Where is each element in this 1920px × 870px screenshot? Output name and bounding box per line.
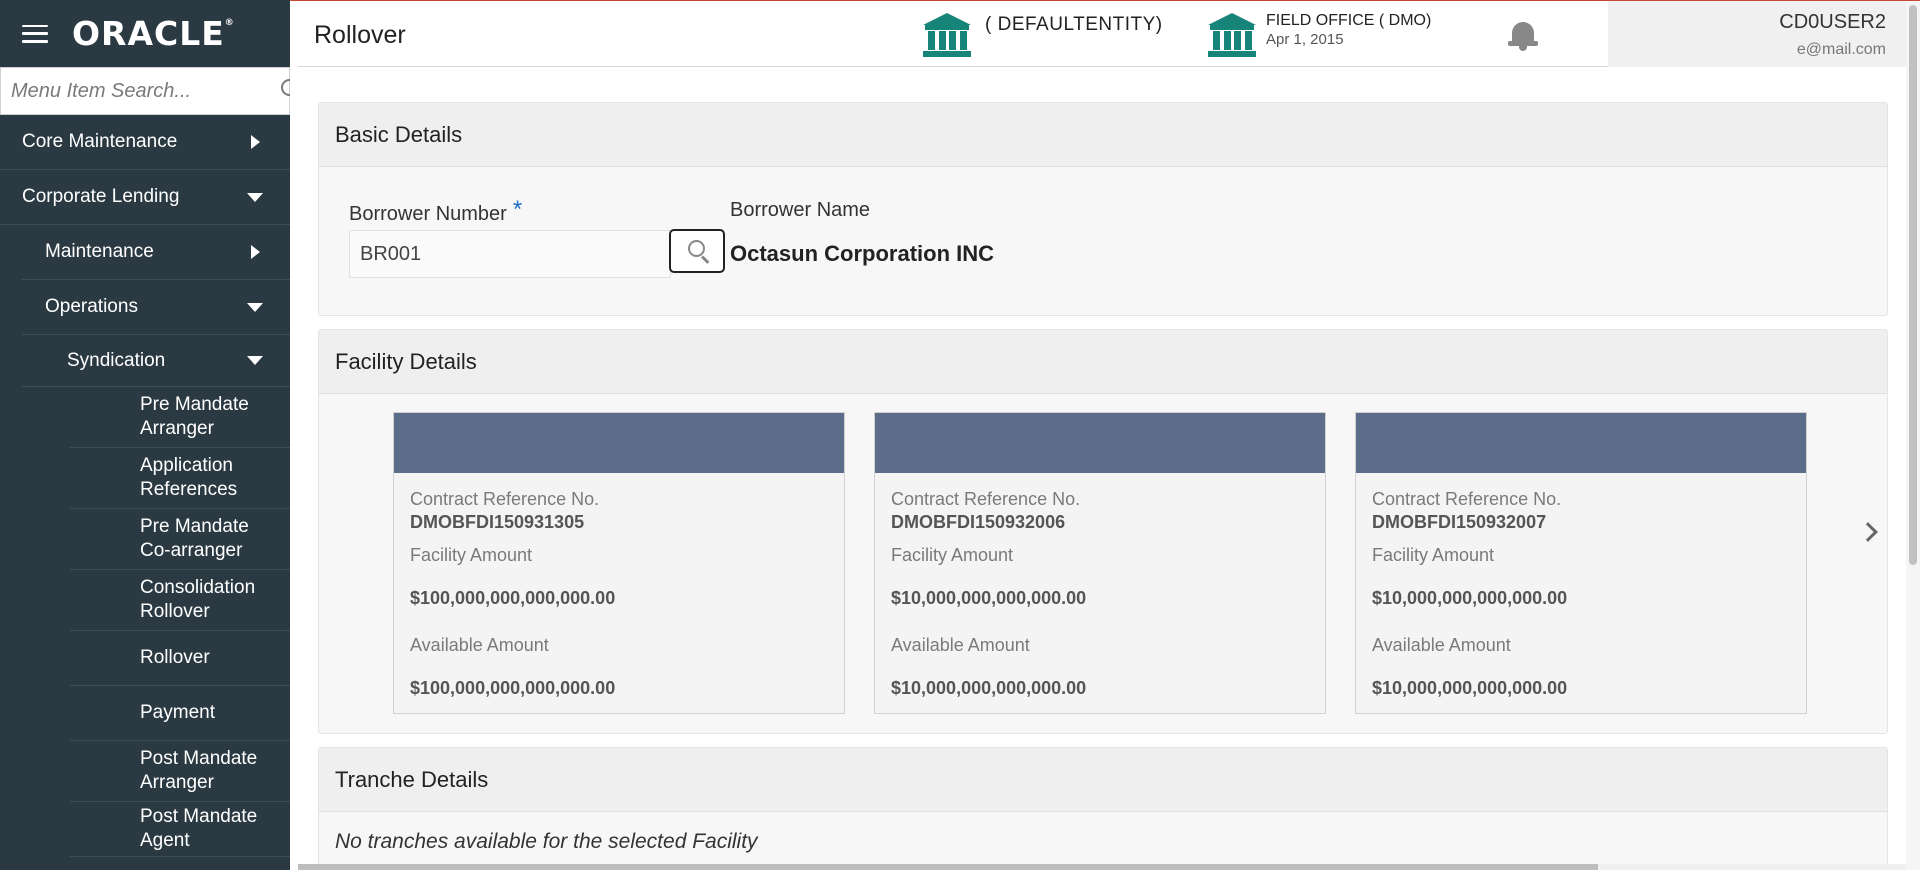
entity-label[interactable]: ( DEFAULTENTITY) — [985, 14, 1163, 36]
available-amount-value: $100,000,000,000,000.00 — [410, 678, 616, 698]
sidebar-item-label: Application References — [140, 455, 238, 500]
card-header — [394, 413, 844, 473]
contract-ref-value: DMOBFDI150932006 — [891, 512, 1066, 532]
sidebar-item-label: Consolidation Rollover — [140, 577, 256, 622]
branch-selector[interactable]: FIELD OFFICE ( DMO) Apr 1, 2015 — [1266, 12, 1431, 48]
hamburger-icon[interactable] — [22, 24, 48, 43]
sidebar-item-rollover[interactable]: Rollover — [70, 631, 290, 686]
borrower-lookup-button[interactable] — [669, 229, 725, 273]
section-title: Tranche Details — [319, 748, 1887, 812]
sidebar-item-post-mandate-agent[interactable]: Post Mandate Agent — [70, 802, 290, 857]
contract-ref-label: Contract Reference No. — [891, 489, 1081, 509]
card-header — [875, 413, 1325, 473]
sidebar-item-pre-mandate-arranger[interactable]: Pre Mandate Arranger — [70, 387, 290, 448]
oracle-logo: ORACLE® — [72, 14, 235, 53]
scrollbar-thumb[interactable] — [1909, 5, 1917, 565]
sidebar-item-label: Corporate Lending — [22, 186, 180, 207]
vertical-scrollbar[interactable] — [1906, 1, 1920, 870]
facility-amount-label: Facility Amount — [410, 545, 533, 565]
caret-down-icon — [247, 356, 263, 365]
caret-right-icon — [251, 135, 260, 149]
available-amount-label: Available Amount — [410, 635, 549, 655]
tranche-details-panel: Tranche Details No tranches available fo… — [318, 747, 1888, 870]
available-amount-value: $10,000,000,000,000.00 — [891, 678, 1087, 698]
contract-ref-value: DMOBFDI150932007 — [1372, 512, 1547, 532]
sidebar-item-consolidation-rollover[interactable]: Consolidation Rollover — [70, 570, 290, 631]
available-amount-value: $10,000,000,000,000.00 — [1372, 678, 1568, 698]
next-cards-button[interactable] — [1853, 512, 1883, 552]
bank-icon — [1208, 13, 1256, 57]
caret-down-icon — [247, 302, 263, 312]
brand-bar: ORACLE® — [0, 0, 290, 67]
sidebar-item-label: Post Mandate Arranger — [140, 748, 258, 793]
section-title: Facility Details — [319, 330, 1887, 394]
chevron-right-icon — [1858, 522, 1878, 542]
bell-icon[interactable] — [1508, 19, 1538, 51]
facility-amount-label: Facility Amount — [891, 545, 1014, 565]
sidebar-item-label: Syndication — [67, 349, 166, 371]
facility-card[interactable]: Contract Reference No. DMOBFDI150931305 … — [393, 412, 845, 714]
menu-search — [0, 67, 290, 115]
page-title: Rollover — [314, 21, 406, 49]
facility-details-panel: Facility Details Contract Reference No. … — [318, 329, 1888, 734]
sidebar-item-post-mandate-arranger[interactable]: Post Mandate Arranger — [70, 741, 290, 802]
sidebar-item-operations[interactable]: Operations — [22, 280, 290, 335]
branch-name: FIELD OFFICE ( DMO) — [1266, 12, 1432, 29]
scrollbar-thumb[interactable] — [298, 864, 1598, 870]
sidebar-nav: Core Maintenance Corporate Lending Maint… — [0, 115, 290, 857]
borrower-number-label: Borrower Number * — [349, 196, 523, 225]
sidebar-item-syndication[interactable]: Syndication — [22, 335, 290, 387]
contract-ref-label: Contract Reference No. — [410, 489, 600, 509]
caret-down-icon — [247, 192, 263, 202]
top-header: Rollover ( DEFAULTENTITY) FIELD OFFICE (… — [298, 1, 1906, 67]
main-content: Basic Details Borrower Number* Borrower … — [298, 67, 1906, 870]
card-header — [1356, 413, 1806, 473]
sidebar-item-maintenance[interactable]: Maintenance — [22, 225, 290, 280]
contract-ref-value: DMOBFDI150931305 — [410, 512, 585, 532]
borrower-name-value: Octasun Corporation INC — [730, 241, 995, 266]
required-marker: * — [512, 196, 523, 223]
facility-card[interactable]: Contract Reference No. DMOBFDI150932006 … — [874, 412, 1326, 714]
borrower-name-label: Borrower Name — [730, 199, 871, 221]
borrower-number-input[interactable] — [349, 230, 671, 278]
facility-card[interactable]: Contract Reference No. DMOBFDI150932007 … — [1355, 412, 1807, 714]
sidebar-item-payment[interactable]: Payment — [70, 686, 290, 741]
sidebar-item-label: Core Maintenance — [22, 131, 178, 152]
basic-details-panel: Basic Details Borrower Number* Borrower … — [318, 102, 1888, 316]
facility-amount-value: $10,000,000,000,000.00 — [891, 588, 1087, 608]
facility-amount-value: $100,000,000,000,000.00 — [410, 588, 616, 608]
horizontal-scrollbar[interactable] — [298, 864, 1906, 870]
bank-icon — [923, 13, 971, 57]
branch-date: Apr 1, 2015 — [1266, 31, 1344, 48]
sidebar-item-label: Operations — [45, 296, 138, 317]
sidebar-item-pre-mandate-co-arranger[interactable]: Pre Mandate Co-arranger — [70, 509, 290, 570]
menu-search-input[interactable] — [11, 79, 279, 103]
sidebar-item-label: Pre Mandate Arranger — [140, 394, 249, 439]
sidebar-item-core-maintenance[interactable]: Core Maintenance — [0, 115, 290, 170]
facility-amount-value: $10,000,000,000,000.00 — [1372, 588, 1568, 608]
sidebar: ORACLE® Core Maintenance Corporate Lendi… — [0, 0, 290, 870]
sidebar-item-label: Pre Mandate Co-arranger — [140, 516, 249, 561]
empty-state-message: No tranches available for the selected F… — [335, 830, 758, 853]
sidebar-item-label: Payment — [140, 702, 215, 723]
contract-ref-label: Contract Reference No. — [1372, 489, 1562, 509]
sidebar-item-application-references[interactable]: Application References — [70, 448, 290, 509]
facility-amount-label: Facility Amount — [1372, 545, 1495, 565]
user-email: e@mail.com — [1796, 41, 1886, 58]
user-name: CD0USER2 — [1779, 11, 1886, 33]
sidebar-item-label: Rollover — [140, 647, 210, 668]
sidebar-item-label: Post Mandate Agent — [140, 806, 258, 851]
available-amount-label: Available Amount — [1372, 635, 1511, 655]
caret-right-icon — [251, 245, 260, 259]
available-amount-label: Available Amount — [891, 635, 1030, 655]
sidebar-item-corporate-lending[interactable]: Corporate Lending — [0, 170, 290, 225]
section-title: Basic Details — [319, 103, 1887, 167]
user-menu[interactable]: CD0USER2 e@mail.com — [1608, 1, 1906, 67]
sidebar-item-label: Maintenance — [45, 241, 154, 262]
